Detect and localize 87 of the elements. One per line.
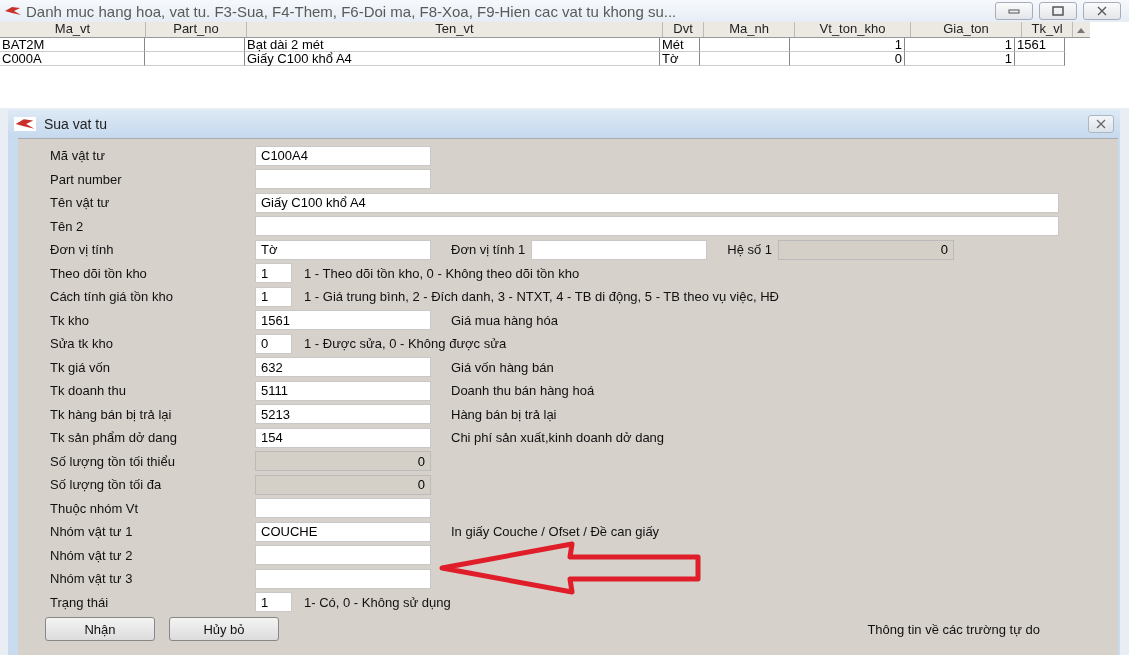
table-cell: 0 [790, 52, 905, 66]
field-label: Sửa tk kho [49, 336, 114, 352]
input-field[interactable]: 1561 [255, 310, 431, 331]
input-field[interactable]: 632 [255, 357, 431, 378]
field-label: Tk giá vốn [49, 359, 111, 375]
column-header[interactable]: Gia_ton [911, 22, 1022, 37]
field-note: Doanh thu bán hàng hoá [451, 383, 595, 399]
scroll-up-icon[interactable] [1076, 26, 1086, 34]
table-cell: BAT2M [0, 38, 145, 52]
field-label: Số lượng tồn tối đa [49, 477, 163, 493]
table-cell: Giấy C100 khổ A4 [245, 52, 660, 66]
column-header[interactable]: Dvt [663, 22, 704, 37]
maximize-icon [1052, 6, 1064, 16]
maximize-button[interactable] [1039, 2, 1077, 20]
input-field[interactable]: 5213 [255, 404, 431, 425]
free-fields-link[interactable]: Thông tin về các trường tự do [867, 621, 1040, 637]
input-field[interactable] [255, 498, 431, 519]
window-title: Danh muc hang hoa, vat tu. F3-Sua, F4-Them, F6-Doi ma, F8-Xoa, F9-Hien cac vat tu khong su... [26, 2, 677, 20]
column-header[interactable]: Ma_vt [0, 22, 146, 37]
field-note: Giá vốn hàng bán [451, 359, 554, 375]
field-label: Số lượng tồn tối thiểu [49, 453, 176, 469]
input-field[interactable]: 5111 [255, 380, 431, 401]
input-field[interactable]: Giấy C100 khổ A4 [255, 192, 1059, 213]
input-field[interactable]: C100A4 [255, 145, 431, 166]
field-note: Giá mua hàng hóa [451, 312, 558, 328]
field-note: Đơn vị tính 1 [451, 242, 526, 258]
table-cell: 1561 [1015, 38, 1065, 52]
table-cell: Bạt dài 2 mét [245, 38, 660, 52]
field-label: Mã vật tư [49, 148, 106, 164]
column-header[interactable]: Tk_vl [1022, 22, 1073, 37]
bird-icon [14, 117, 36, 131]
table-cell: C000A [0, 52, 145, 66]
field-note: Hàng bán bị trả lại [451, 406, 557, 422]
field-label: Thuộc nhóm Vt [49, 500, 140, 516]
field-note: Chi phí sản xuất,kinh doanh dở dang [451, 430, 665, 446]
field-label: Tk hàng bán bị trả lại [49, 406, 173, 422]
input-field[interactable]: 0 [255, 333, 292, 354]
field-label: Tk doanh thu [49, 383, 127, 399]
table-cell: Tờ [660, 52, 700, 66]
dialog-button[interactable]: Nhận [45, 617, 155, 641]
bird-icon [4, 5, 22, 17]
input-field[interactable] [531, 239, 708, 260]
table-cell [1015, 52, 1065, 66]
table-cell: 1 [905, 52, 1015, 66]
field-label: Nhóm vật tư 1 [49, 524, 134, 540]
column-header[interactable]: Vt_ton_kho [795, 22, 911, 37]
minimize-button[interactable] [995, 2, 1033, 20]
input-field[interactable] [255, 169, 431, 190]
field-label: Nhóm vật tư 3 [49, 571, 134, 587]
dialog-title: Sua vat tu [44, 116, 108, 132]
field-label: Tk sản phẩm dở dang [49, 430, 179, 446]
field-label: Theo dõi tồn kho [49, 265, 148, 281]
input-field[interactable]: COUCHE [255, 521, 431, 542]
close-icon [1096, 119, 1106, 129]
table-cell: 1 [905, 38, 1015, 52]
field-note: 1- Có, 0 - Không sử dụng [304, 594, 451, 610]
column-header[interactable]: Part_no [146, 22, 247, 37]
input-field[interactable] [255, 216, 1059, 237]
field-note: Hệ số 1 [727, 242, 773, 258]
field-note: 1 - Theo dõi tồn kho, 0 - Không theo dõi tồn kho [304, 265, 580, 281]
input-field[interactable] [255, 568, 431, 589]
input-field[interactable]: 1 [255, 592, 292, 613]
field-label: Đơn vị tính [49, 242, 115, 258]
field-label: Trạng thái [49, 594, 110, 610]
column-header[interactable]: Ma_nh [704, 22, 795, 37]
column-header[interactable]: Ten_vt [247, 22, 663, 37]
table-cell: 1 [790, 38, 905, 52]
close-button[interactable] [1083, 2, 1121, 20]
input-field[interactable] [255, 545, 431, 566]
dialog-button[interactable]: Hủy bỏ [169, 617, 279, 641]
input-field[interactable]: 1 [255, 263, 292, 284]
input-field[interactable]: 154 [255, 427, 431, 448]
field-label: Nhóm vật tư 2 [49, 547, 134, 563]
field-note: 1 - Được sửa, 0 - Không được sửa [304, 336, 507, 352]
minimize-icon [1008, 8, 1020, 14]
table-cell: Mét [660, 38, 700, 52]
field-label: Tk kho [49, 312, 90, 328]
field-label: Part number [49, 171, 123, 187]
field-label: Tên 2 [49, 218, 85, 234]
field-label: Cách tính giá tồn kho [49, 289, 174, 305]
field-note: In giấy Couche / Ofset / Đề can giấy [451, 524, 660, 540]
close-icon [1097, 6, 1107, 16]
field-note: 1 - Giá trung bình, 2 - Đích danh, 3 - NTXT, 4 - TB di động, 5 - TB theo vụ việc, HĐ [304, 289, 779, 305]
field-label: Tên vật tư [49, 195, 111, 211]
close-button[interactable] [1088, 115, 1114, 133]
input-field[interactable]: Tờ [255, 239, 431, 260]
input-field[interactable]: 1 [255, 286, 292, 307]
